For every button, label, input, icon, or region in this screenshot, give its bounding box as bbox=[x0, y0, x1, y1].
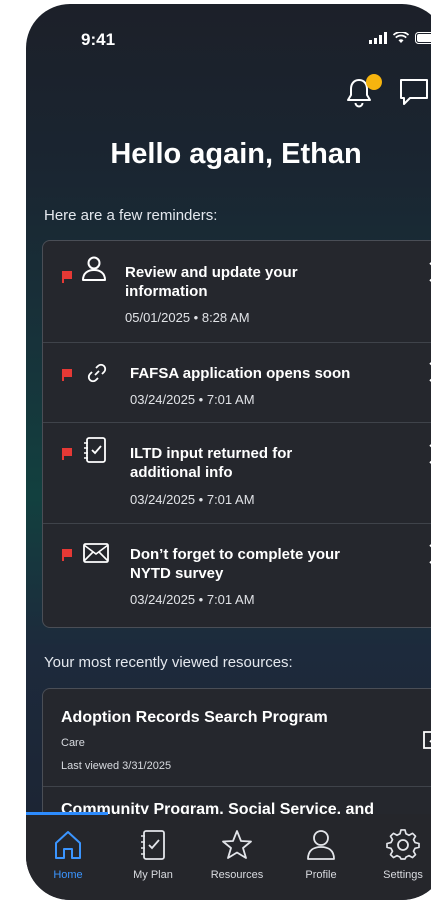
chevron-right-icon bbox=[429, 262, 431, 282]
tab-label: Settings bbox=[383, 869, 423, 881]
flag-icon bbox=[62, 448, 72, 460]
reminder-date: 03/24/2025 • 7:01 AM bbox=[130, 592, 255, 607]
flag-icon bbox=[62, 369, 72, 381]
chevron-right-icon bbox=[429, 444, 431, 464]
tab-label: My Plan bbox=[133, 869, 173, 881]
resource-item[interactable]: Adoption Records Search Program Care Las… bbox=[43, 689, 431, 786]
reminder-title: Review and update your bbox=[125, 264, 298, 281]
checklist-icon bbox=[84, 437, 106, 463]
tab-profile[interactable]: Profile bbox=[286, 828, 356, 881]
messages-button[interactable] bbox=[398, 76, 431, 110]
tab-home[interactable]: Home bbox=[33, 828, 103, 881]
chevron-right-icon bbox=[429, 362, 431, 382]
reminder-item[interactable]: Review and update your information 05/01… bbox=[43, 241, 431, 342]
status-time: 9:41 bbox=[81, 30, 116, 49]
reminder-title: ILTD input returned for bbox=[130, 445, 293, 462]
reminder-title-cont: NYTD survey bbox=[130, 565, 224, 582]
wifi-icon bbox=[393, 32, 409, 43]
signal-icon bbox=[369, 32, 387, 44]
tab-bar: Home My Plan Resources Profile Settings bbox=[26, 812, 431, 900]
reminder-title: FAFSA application opens soon bbox=[130, 365, 351, 382]
tab-label: Resources bbox=[210, 869, 264, 881]
gear-icon bbox=[386, 829, 420, 860]
home-icon bbox=[55, 831, 81, 859]
battery-icon bbox=[415, 32, 431, 44]
reminder-title: Don’t forget to complete your bbox=[130, 546, 340, 563]
resources-heading: Your most recently viewed resources: bbox=[44, 654, 293, 671]
notification-dot bbox=[366, 74, 382, 90]
flag-icon bbox=[62, 271, 72, 283]
reminder-title-cont: information bbox=[125, 283, 208, 300]
envelope-icon bbox=[83, 543, 109, 563]
active-tab-indicator bbox=[26, 812, 108, 815]
top-actions bbox=[336, 74, 431, 116]
resource-last-viewed: Last viewed 3/31/2025 bbox=[61, 760, 172, 772]
resource-title: Adoption Records Search Program bbox=[61, 709, 328, 726]
reminder-date: 03/24/2025 • 7:01 AM bbox=[130, 492, 255, 507]
status-icons bbox=[369, 32, 431, 44]
plan-icon bbox=[141, 830, 165, 860]
reminders-heading: Here are a few reminders: bbox=[44, 207, 218, 224]
person-icon bbox=[307, 830, 335, 860]
flag-icon bbox=[62, 549, 72, 561]
tab-resources[interactable]: Resources bbox=[202, 828, 272, 881]
tab-my-plan[interactable]: My Plan bbox=[118, 828, 188, 881]
reminders-list: Review and update your information 05/01… bbox=[42, 240, 431, 628]
person-icon bbox=[82, 256, 106, 281]
phone-screen: 9:41 Hello again, Ethan Here are a few r… bbox=[26, 4, 431, 900]
tab-label: Profile bbox=[305, 869, 337, 881]
star-icon bbox=[222, 830, 252, 859]
notifications-button[interactable] bbox=[344, 74, 382, 110]
reminder-date: 03/24/2025 • 7:01 AM bbox=[130, 392, 255, 407]
tab-label: Home bbox=[53, 869, 83, 881]
chat-icon bbox=[400, 79, 428, 105]
chevron-right-icon bbox=[429, 544, 431, 564]
reminder-title-cont: additional info bbox=[130, 464, 233, 481]
resource-category: Care bbox=[61, 737, 85, 749]
external-link-icon[interactable] bbox=[421, 729, 431, 751]
page-title: Hello again, Ethan bbox=[110, 138, 362, 170]
link-icon bbox=[87, 363, 107, 383]
reminder-date: 05/01/2025 • 8:28 AM bbox=[125, 310, 250, 325]
status-bar: 9:41 bbox=[26, 4, 431, 64]
reminder-item[interactable]: Don’t forget to complete your NYTD surve… bbox=[43, 524, 431, 626]
reminder-item[interactable]: ILTD input returned for additional info … bbox=[43, 423, 431, 523]
tab-settings[interactable]: Settings bbox=[368, 828, 431, 881]
reminder-item[interactable]: FAFSA application opens soon 03/24/2025 … bbox=[43, 343, 431, 422]
